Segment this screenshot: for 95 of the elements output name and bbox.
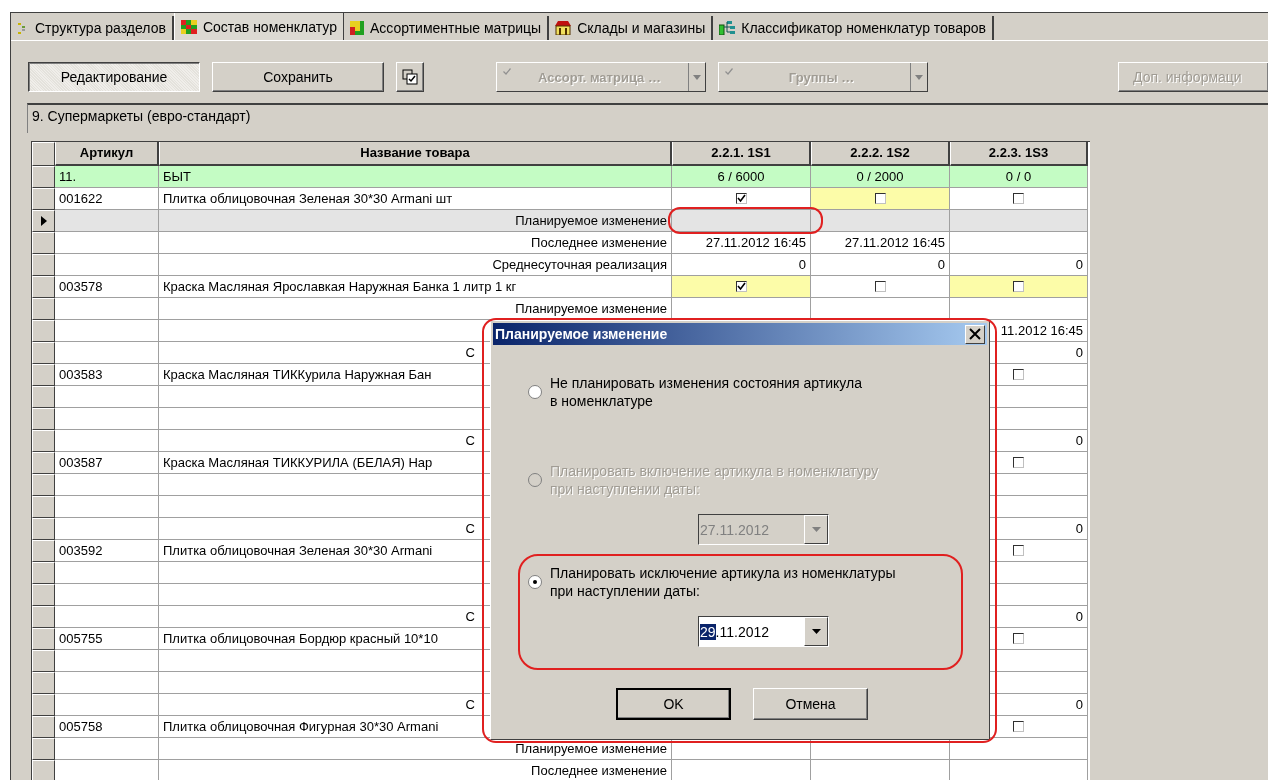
table-cell: 005758 (55, 716, 159, 738)
row-header[interactable] (32, 342, 55, 364)
checkbox[interactable] (1013, 545, 1024, 556)
close-button[interactable] (965, 324, 985, 344)
tab[interactable]: Склады и магазины (549, 16, 714, 40)
table-cell: БЫТ (159, 166, 672, 188)
row-header[interactable] (32, 540, 55, 562)
check-icon (503, 68, 511, 75)
caret-icon (915, 74, 923, 80)
table-cell: Планируемое изменение (159, 210, 672, 232)
row-header[interactable] (32, 716, 55, 738)
row-header[interactable] (32, 364, 55, 386)
dialog-button[interactable]: Отмена (753, 688, 868, 720)
row-header[interactable] (32, 672, 55, 694)
tab[interactable]: Ассортиментные матрицы (343, 16, 550, 40)
tab[interactable]: Классификатор номенклатур товаров (713, 16, 994, 40)
caret-icon (811, 527, 821, 532)
tab[interactable]: Состав номенклатур (173, 13, 344, 40)
column-header[interactable]: 2.2.2. 1S2 (811, 142, 950, 166)
row-header[interactable] (32, 430, 55, 452)
table-cell: 003578 (55, 276, 159, 298)
table-cell: Планируемое изменение (159, 298, 672, 320)
row-header[interactable] (32, 320, 55, 342)
row-header[interactable] (32, 276, 55, 298)
row-header[interactable] (32, 584, 55, 606)
checkbox-icon[interactable] (396, 62, 424, 92)
check-icon (725, 68, 733, 75)
table-cell: 005755 (55, 628, 159, 650)
table-cell: 0 / 0 (950, 166, 1088, 188)
table-cell: 003592 (55, 540, 159, 562)
row-header[interactable] (32, 452, 55, 474)
row-header[interactable] (32, 188, 55, 210)
row-header[interactable] (32, 606, 55, 628)
table-cell: 0 / 2000 (811, 166, 950, 188)
radio-button[interactable] (528, 575, 542, 589)
table-cell: 0 (950, 254, 1088, 276)
toggle-button[interactable]: Редактирование (28, 62, 200, 92)
checkbox[interactable] (1013, 193, 1024, 204)
column-header[interactable]: 2.2.1. 1S1 (672, 142, 811, 166)
table-cell: Краска Масляная Ярославкая Наружная Банка 1 литр 1 кг (159, 276, 672, 298)
dialog-title: Планируемое изменение (495, 326, 668, 342)
row-header[interactable] (32, 298, 55, 320)
row-header[interactable] (32, 386, 55, 408)
square-icon (349, 21, 364, 35)
column-header[interactable]: Название товара (159, 142, 672, 166)
dialog-button[interactable]: OK (616, 688, 731, 720)
hierarchy-icon (719, 21, 736, 35)
table-cell: Планируемое изменение (159, 738, 672, 760)
table-cell: 003587 (55, 452, 159, 474)
column-header[interactable]: 2.2.3. 1S3 (950, 142, 1088, 166)
row-header[interactable] (32, 562, 55, 584)
checkbox[interactable] (874, 281, 886, 292)
row-header[interactable] (32, 694, 55, 716)
checkbox[interactable] (1013, 281, 1024, 292)
row-header[interactable] (32, 518, 55, 540)
caret-icon (693, 74, 701, 80)
table-cell: 001622 (55, 188, 159, 210)
breadcrumb-field: 9. Супермаркеты (евро-стандарт) (27, 103, 1268, 133)
row-header[interactable] (32, 474, 55, 496)
checkbox[interactable] (1013, 721, 1024, 732)
checkbox[interactable] (1013, 633, 1024, 644)
row-header[interactable] (32, 628, 55, 650)
row-header[interactable] (32, 210, 55, 232)
table-cell: 27.11.2012 16:45 (672, 232, 811, 254)
table-cell: 0 (672, 254, 811, 276)
caret-icon (811, 629, 821, 634)
row-header[interactable] (32, 496, 55, 518)
checkbox[interactable] (735, 193, 747, 204)
row-header[interactable] (32, 254, 55, 276)
row-header[interactable] (32, 166, 55, 188)
table-cell: Плитка облицовочная Зеленая 30*30 Armani шт (159, 188, 672, 210)
table-cell: 6 / 6000 (672, 166, 811, 188)
row-header[interactable] (32, 232, 55, 254)
row-header[interactable] (32, 738, 55, 760)
option-label: Планировать исключение артикула из номенклатуры при наступлении даты: (550, 564, 896, 600)
store-icon (555, 21, 572, 35)
row-header[interactable] (32, 408, 55, 430)
checkbox[interactable] (735, 281, 747, 292)
table-cell: Последнее изменение (159, 232, 672, 254)
arrow-icon (40, 216, 47, 226)
table-cell: 003583 (55, 364, 159, 386)
grid-icon (180, 19, 197, 34)
checkbox[interactable] (1013, 457, 1024, 468)
checkbox[interactable] (874, 193, 886, 204)
table-cell: 27.11.2012 16:45 (811, 232, 950, 254)
checkbox[interactable] (1013, 369, 1024, 380)
table-cell: Среднесуточная реализация (159, 254, 672, 276)
column-header[interactable]: Артикул (55, 142, 159, 166)
table-cell: 0 (811, 254, 950, 276)
table-cell: 11. (55, 166, 159, 188)
date-field[interactable]: 29.11.2012 (698, 616, 829, 647)
toolbar-button[interactable]: Сохранить (212, 62, 384, 92)
row-header[interactable] (32, 650, 55, 672)
row-header[interactable] (32, 760, 55, 780)
radio-button[interactable] (528, 385, 542, 399)
